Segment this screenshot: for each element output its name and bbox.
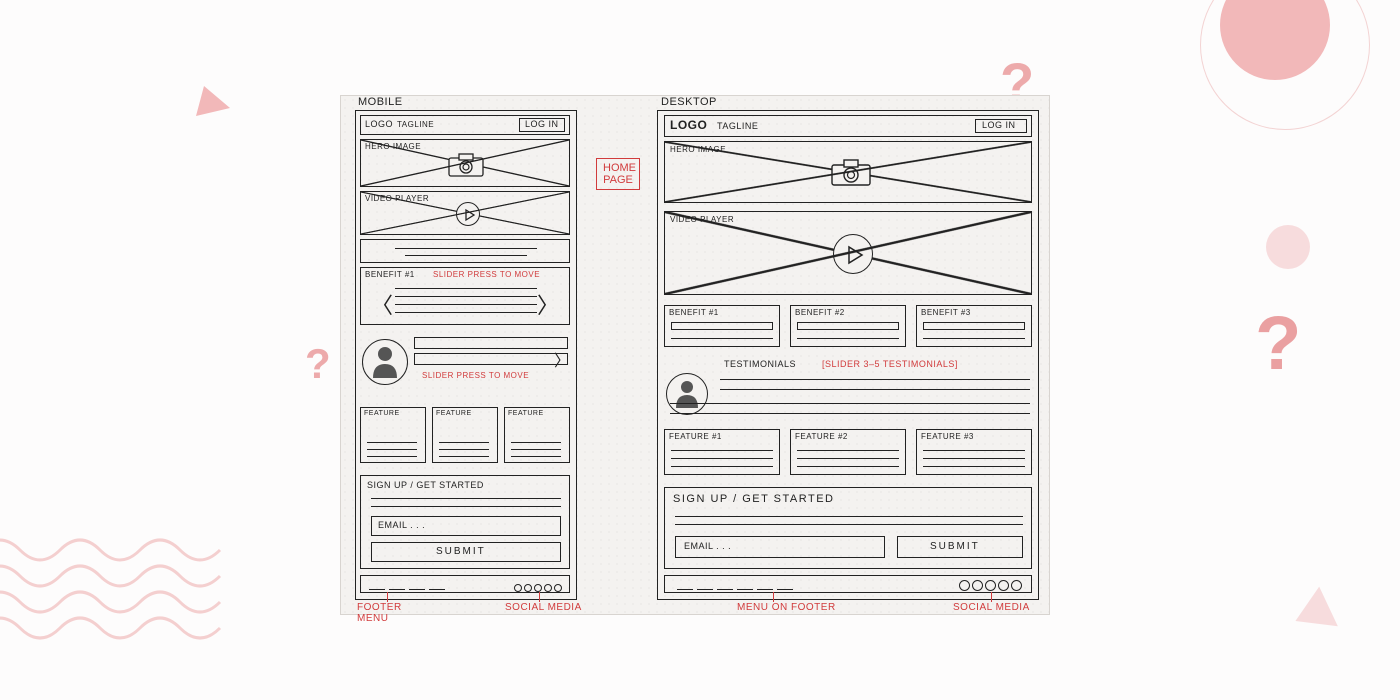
- testimonial-slider[interactable]: SLIDER PRESS TO MOVE 〉: [360, 333, 570, 395]
- submit-label: SUBMIT: [436, 546, 486, 557]
- benefits-row: BENEFIT #1 BENEFIT #2 BENEFIT #3: [664, 305, 1032, 349]
- header-bar: LOGO TAGLINE LOG IN: [360, 115, 570, 135]
- feature-label: FEATURE: [364, 410, 400, 417]
- homepage-tag-label: HOME PAGE: [603, 162, 636, 186]
- feature-label: FEATURE #1: [669, 432, 722, 441]
- social-media-annotation: SOCIAL MEDIA: [505, 602, 582, 613]
- camera-icon: [446, 152, 486, 178]
- play-icon[interactable]: [833, 234, 873, 274]
- signup-panel: SIGN UP / GET STARTED EMAIL . . . SUBMIT: [664, 487, 1032, 569]
- benefits-slider[interactable]: BENEFIT #1 SLIDER PRESS TO MOVE 〈 〉: [360, 267, 570, 325]
- email-field[interactable]: EMAIL . . .: [675, 536, 885, 558]
- signup-label: SIGN UP / GET STARTED: [367, 480, 484, 490]
- testimonials-label: TESTIMONIALS: [724, 359, 796, 369]
- feature-card: FEATURE: [432, 407, 498, 463]
- feature-label: FEATURE #3: [921, 432, 974, 441]
- testimonial-line: [414, 337, 568, 349]
- benefit-card: BENEFIT #3: [916, 305, 1032, 347]
- play-icon[interactable]: [456, 202, 480, 226]
- camera-icon: [829, 158, 873, 188]
- submit-label: SUBMIT: [930, 541, 980, 552]
- feature-label: FEATURE: [508, 410, 544, 417]
- email-field[interactable]: EMAIL . . .: [371, 516, 561, 536]
- signup-label: SIGN UP / GET STARTED: [673, 493, 835, 505]
- wireframe-sketch: HOME PAGE MOBILE LOGO TAGLINE LOG IN HER…: [340, 95, 1050, 615]
- testimonials-section: TESTIMONIALS [SLIDER 3–5 TESTIMONIALS]: [664, 359, 1032, 419]
- desktop-frame: LOGO TAGLINE LOG IN HERO IMAGE VIDEO PLA…: [657, 110, 1039, 600]
- login-button[interactable]: LOG IN: [519, 118, 565, 132]
- desktop-heading: DESKTOP: [661, 96, 717, 108]
- feature-card: FEATURE #3: [916, 429, 1032, 475]
- feature-label: FEATURE: [436, 410, 472, 417]
- triangle-decor-icon: [190, 80, 236, 126]
- dot-decor-icon: [1266, 225, 1310, 269]
- feature-card: FEATURE #1: [664, 429, 780, 475]
- mobile-frame: LOGO TAGLINE LOG IN HERO IMAGE VIDEO PLA…: [355, 110, 577, 600]
- chevron-right-icon[interactable]: 〉: [554, 347, 570, 371]
- benefit-label: BENEFIT #1: [365, 270, 415, 279]
- benefit-label: BENEFIT #3: [921, 308, 971, 317]
- avatar-icon: [362, 339, 408, 385]
- submit-button[interactable]: SUBMIT: [371, 542, 561, 562]
- slider-testimonials-annotation: [SLIDER 3–5 TESTIMONIALS]: [822, 359, 958, 369]
- hero-label: HERO IMAGE: [365, 142, 421, 151]
- social-media-annotation: SOCIAL MEDIA: [953, 602, 1030, 613]
- tagline-label: TAGLINE: [397, 120, 434, 129]
- hero-label: HERO IMAGE: [670, 145, 726, 154]
- login-label: LOG IN: [982, 120, 1016, 130]
- submit-button[interactable]: SUBMIT: [897, 536, 1023, 558]
- chevron-left-icon[interactable]: 〈: [371, 288, 393, 320]
- logo-label: LOGO: [365, 119, 393, 129]
- feature-label: FEATURE #2: [795, 432, 848, 441]
- question-mark-decor-icon: ?: [1255, 300, 1301, 387]
- benefit-label: BENEFIT #1: [669, 308, 719, 317]
- waves-decor-icon: [0, 530, 240, 650]
- triangle-decor-icon: [1282, 572, 1358, 648]
- mobile-heading: MOBILE: [358, 96, 403, 108]
- email-placeholder: EMAIL . . .: [378, 520, 425, 530]
- slider-annotation: SLIDER PRESS TO MOVE: [422, 371, 529, 380]
- testimonial-line: [414, 353, 568, 365]
- question-mark-decor-icon: ?: [305, 340, 331, 388]
- login-button[interactable]: LOG IN: [975, 119, 1027, 133]
- feature-card: FEATURE: [360, 407, 426, 463]
- video-player-placeholder: VIDEO PLAYER: [360, 191, 570, 235]
- footer-bar: [664, 575, 1032, 593]
- video-label: VIDEO PLAYER: [365, 194, 429, 203]
- tagline-label: TAGLINE: [717, 121, 758, 131]
- email-placeholder: EMAIL . . .: [684, 541, 731, 551]
- features-row: FEATURE #1 FEATURE #2 FEATURE #3: [664, 429, 1032, 477]
- benefit-card: BENEFIT #1: [664, 305, 780, 347]
- feature-card: FEATURE #2: [790, 429, 906, 475]
- feature-card: FEATURE: [504, 407, 570, 463]
- hero-image-placeholder: HERO IMAGE: [664, 141, 1032, 203]
- homepage-tag: HOME PAGE: [596, 158, 640, 190]
- logo-label: LOGO: [670, 118, 707, 132]
- footer-menu-links[interactable]: [675, 581, 795, 599]
- footer-menu-links[interactable]: [367, 581, 447, 599]
- menu-on-footer-annotation: MENU ON FOOTER: [737, 602, 836, 613]
- video-label: VIDEO PLAYER: [670, 215, 734, 224]
- hero-image-placeholder: HERO IMAGE: [360, 139, 570, 187]
- features-row: FEATURE FEATURE FEATURE: [360, 407, 570, 465]
- benefit-label: BENEFIT #2: [795, 308, 845, 317]
- footer-menu-annotation: FOOTER MENU: [357, 602, 417, 624]
- header-bar: LOGO TAGLINE LOG IN: [664, 115, 1032, 137]
- slider-annotation: SLIDER PRESS TO MOVE: [433, 270, 540, 279]
- benefit-card: BENEFIT #2: [790, 305, 906, 347]
- login-label: LOG IN: [525, 119, 559, 129]
- chevron-right-icon[interactable]: 〉: [537, 288, 559, 320]
- avatar-icon: [666, 373, 708, 415]
- video-player-placeholder: VIDEO PLAYER: [664, 211, 1032, 295]
- footer-bar: [360, 575, 570, 593]
- text-block: [360, 239, 570, 263]
- signup-panel: SIGN UP / GET STARTED EMAIL . . . SUBMIT: [360, 475, 570, 569]
- social-media-icons[interactable]: [513, 579, 563, 597]
